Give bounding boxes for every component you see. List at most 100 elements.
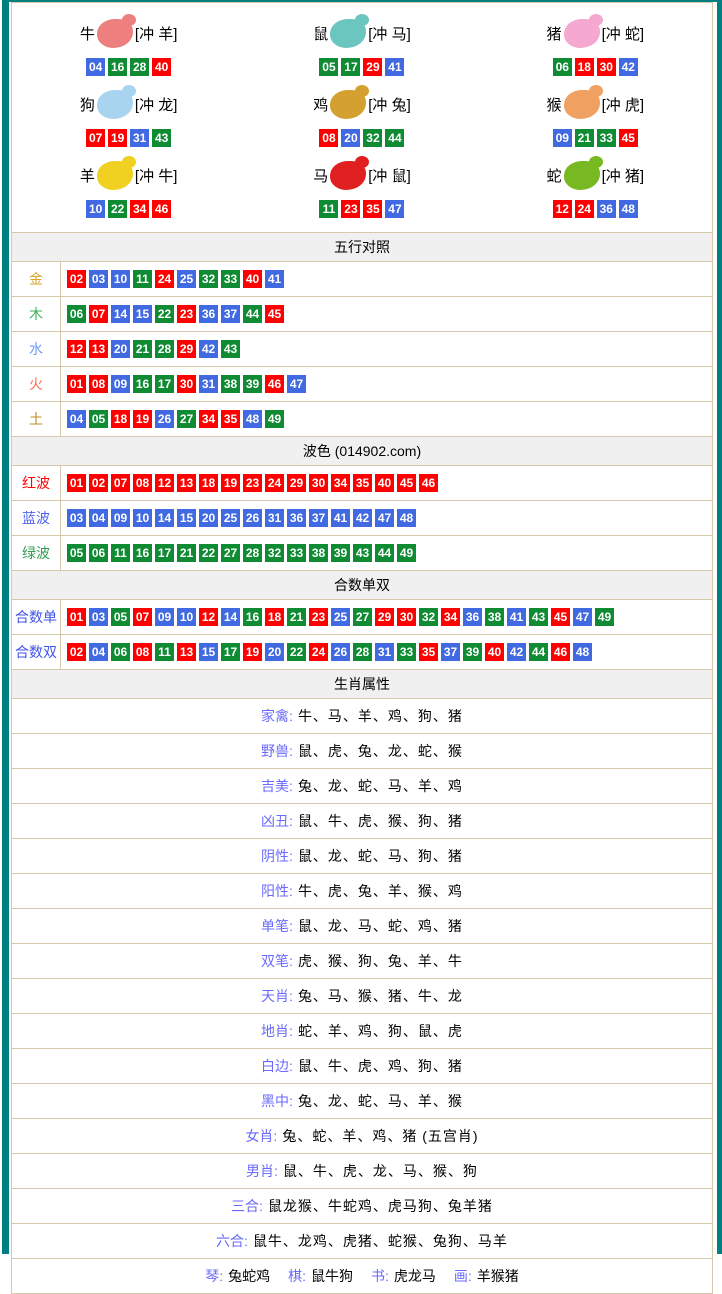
number-ball-49: 49 xyxy=(595,608,614,626)
number-ball-06: 06 xyxy=(111,643,130,661)
number-ball-16: 16 xyxy=(243,608,262,626)
number-ball-37: 37 xyxy=(309,509,328,527)
number-ball-05: 05 xyxy=(319,58,338,76)
attribute-label: 女肖: xyxy=(245,1128,277,1144)
zodiac-clash-label: [冲 牛] xyxy=(135,165,178,186)
bose-label: 红波 xyxy=(12,466,61,500)
bottom-group-value: 兔蛇鸡 xyxy=(228,1268,270,1284)
number-ball-21: 21 xyxy=(575,129,594,147)
zodiac-animal-label: 羊 xyxy=(80,165,95,186)
number-ball-43: 43 xyxy=(221,340,240,358)
number-ball-24: 24 xyxy=(575,200,594,218)
zodiac-numbers: 10223446 xyxy=(12,200,245,218)
number-ball-23: 23 xyxy=(309,608,328,626)
attribute-label: 家禽: xyxy=(261,708,293,724)
number-ball-26: 26 xyxy=(155,410,174,428)
attribute-row-天肖: 天肖:兔、马、猴、猪、牛、龙 xyxy=(12,978,712,1013)
number-ball-28: 28 xyxy=(243,544,262,562)
number-ball-17: 17 xyxy=(341,58,360,76)
zodiac-title: 蛇[冲 猪] xyxy=(479,153,712,197)
number-ball-16: 16 xyxy=(133,375,152,393)
attribute-row-家禽: 家禽: 牛、马、羊、鸡、狗、猪 xyxy=(12,698,712,733)
wuxing-rows: 金02031011242532334041木060714152223363744… xyxy=(12,261,712,436)
number-ball-05: 05 xyxy=(89,410,108,428)
zodiac-clash-label: [冲 龙] xyxy=(135,94,178,115)
number-ball-38: 38 xyxy=(221,375,240,393)
zodiac-cell-0: 牛[冲 羊]04162840 xyxy=(12,9,245,80)
number-ball-07: 07 xyxy=(89,305,108,323)
number-ball-32: 32 xyxy=(419,608,438,626)
number-ball-20: 20 xyxy=(341,129,360,147)
attribute-row-六合: 六合:鼠牛、龙鸡、虎猪、蛇猴、兔狗、马羊 xyxy=(12,1223,712,1258)
number-ball-28: 28 xyxy=(155,340,174,358)
number-ball-26: 26 xyxy=(243,509,262,527)
number-ball-09: 09 xyxy=(111,509,130,527)
main-table: 牛[冲 羊]04162840鼠[冲 马]05172941猪[冲 蛇]061830… xyxy=(11,2,713,1294)
number-ball-44: 44 xyxy=(385,129,404,147)
number-ball-16: 16 xyxy=(108,58,127,76)
number-ball-10: 10 xyxy=(133,509,152,527)
number-ball-23: 23 xyxy=(177,305,196,323)
number-ball-03: 03 xyxy=(89,270,108,288)
section-header-heshu: 合数单双 xyxy=(12,570,712,599)
number-ball-18: 18 xyxy=(111,410,130,428)
bose-row-绿波: 绿波05061116172122272832333839434449 xyxy=(12,535,712,570)
attribute-row-白边: 白边:鼠、牛、虎、鸡、狗、猪 xyxy=(12,1048,712,1083)
snake-icon xyxy=(564,161,600,190)
number-ball-24: 24 xyxy=(155,270,174,288)
number-ball-46: 46 xyxy=(419,474,438,492)
zodiac-title: 鼠[冲 马] xyxy=(245,11,478,55)
zodiac-animal-label: 蛇 xyxy=(547,165,562,186)
attribute-value: 鼠、牛、虎、鸡、狗、猪 xyxy=(298,1058,463,1074)
number-ball-30: 30 xyxy=(177,375,196,393)
number-ball-11: 11 xyxy=(111,544,130,562)
attribute-value: 鼠、牛、虎、龙、马、猴、狗 xyxy=(283,1163,478,1179)
number-ball-28: 28 xyxy=(353,643,372,661)
number-ball-03: 03 xyxy=(67,509,86,527)
number-ball-40: 40 xyxy=(243,270,262,288)
number-ball-26: 26 xyxy=(331,643,350,661)
number-ball-04: 04 xyxy=(86,58,105,76)
number-ball-39: 39 xyxy=(463,643,482,661)
number-ball-35: 35 xyxy=(363,200,382,218)
number-ball-38: 38 xyxy=(309,544,328,562)
number-ball-46: 46 xyxy=(152,200,171,218)
number-ball-40: 40 xyxy=(152,58,171,76)
wuxing-row-金: 金02031011242532334041 xyxy=(12,261,712,296)
attribute-row-男肖: 男肖:鼠、牛、虎、龙、马、猴、狗 xyxy=(12,1153,712,1188)
rooster-icon xyxy=(330,90,366,119)
bose-numbers: 03040910141520252631363741424748 xyxy=(61,501,422,535)
zodiac-title: 牛[冲 羊] xyxy=(12,11,245,55)
number-ball-43: 43 xyxy=(152,129,171,147)
bottom-group-书: 书:虎龙马 xyxy=(371,1268,436,1284)
zodiac-clash-label: [冲 鼠] xyxy=(368,165,411,186)
wuxing-numbers: 1213202128294243 xyxy=(61,332,246,366)
number-ball-11: 11 xyxy=(319,200,338,218)
attribute-value: 兔、龙、蛇、马、羊、鸡 xyxy=(298,778,463,794)
number-ball-12: 12 xyxy=(155,474,174,492)
page-frame: 牛[冲 羊]04162840鼠[冲 马]05172941猪[冲 蛇]061830… xyxy=(2,0,722,1254)
attribute-row-黑中: 黑中:兔、龙、蛇、马、羊、猴 xyxy=(12,1083,712,1118)
number-ball-45: 45 xyxy=(551,608,570,626)
zodiac-animal-label: 猴 xyxy=(547,94,562,115)
number-ball-08: 08 xyxy=(133,643,152,661)
number-ball-06: 06 xyxy=(553,58,572,76)
zodiac-cell-1: 鼠[冲 马]05172941 xyxy=(245,9,478,80)
number-ball-44: 44 xyxy=(375,544,394,562)
number-ball-29: 29 xyxy=(363,58,382,76)
number-ball-19: 19 xyxy=(243,643,262,661)
section-header-bose: 波色 (014902.com) xyxy=(12,436,712,465)
number-ball-47: 47 xyxy=(573,608,592,626)
number-ball-08: 08 xyxy=(89,375,108,393)
number-ball-08: 08 xyxy=(319,129,338,147)
number-ball-02: 02 xyxy=(67,643,86,661)
heshu-numbers: 0204060811131517192022242628313335373940… xyxy=(61,635,598,669)
zodiac-clash-label: [冲 马] xyxy=(368,23,411,44)
number-ball-20: 20 xyxy=(265,643,284,661)
number-ball-10: 10 xyxy=(177,608,196,626)
attribute-row-凶丑: 凶丑:鼠、牛、虎、猴、狗、猪 xyxy=(12,803,712,838)
zodiac-animal-label: 狗 xyxy=(80,94,95,115)
number-ball-07: 07 xyxy=(111,474,130,492)
bose-numbers: 05061116172122272832333839434449 xyxy=(61,536,422,570)
attribute-value: 牛、马、羊、鸡、狗、猪 xyxy=(298,708,463,724)
